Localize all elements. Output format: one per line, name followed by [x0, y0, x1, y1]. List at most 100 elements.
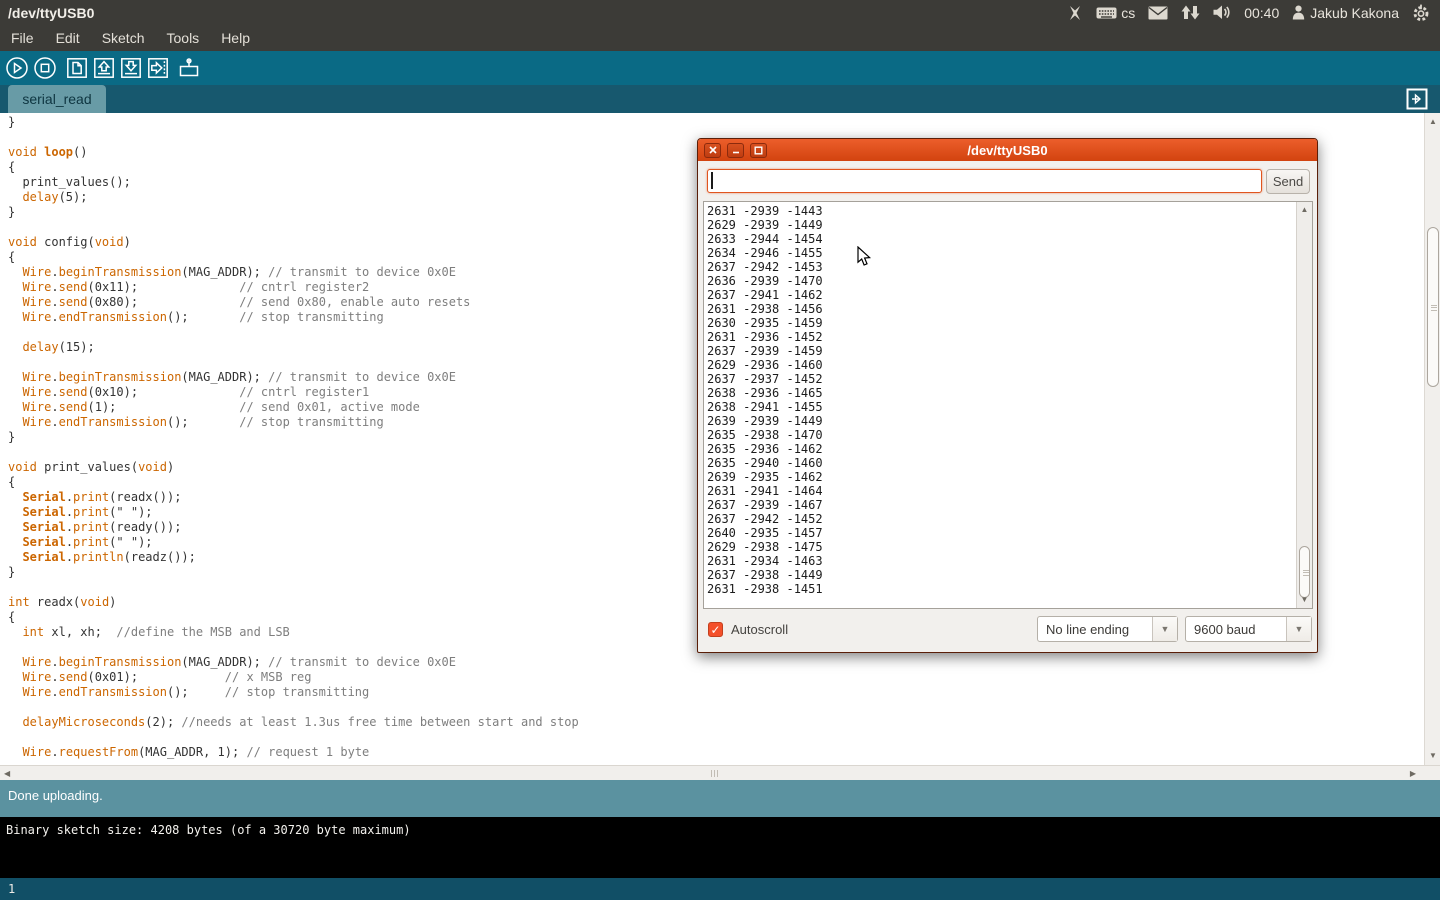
baud-rate-dropdown[interactable]: 9600 baud ▼ — [1185, 616, 1312, 642]
serial-output-line: 2639 -2939 -1449 — [707, 414, 1312, 428]
serial-output-line: 2637 -2939 -1467 — [707, 498, 1312, 512]
menu-bar: FileEditSketchToolsHelp — [0, 25, 1440, 51]
tab-serial-read[interactable]: serial_read — [8, 85, 106, 113]
build-console: Binary sketch size: 4208 bytes (of a 307… — [0, 817, 1440, 878]
code-line: Wire.send(0x01); // x MSB reg — [8, 670, 1424, 685]
code-line: delayMicroseconds(2); //needs at least 1… — [8, 715, 1424, 730]
dropdown-arrow-icon: ▼ — [1152, 617, 1177, 641]
clock[interactable]: 00:40 — [1244, 5, 1279, 21]
line-number-bar: 1 — [0, 878, 1440, 900]
status-bar: Done uploading. — [0, 780, 1440, 817]
menu-file[interactable]: File — [0, 25, 45, 51]
serial-output-line: 2629 -2939 -1449 — [707, 218, 1312, 232]
serial-output-line: 2635 -2936 -1462 — [707, 442, 1312, 456]
horizontal-scrollbar-grip[interactable] — [711, 770, 718, 777]
open-sketch-button[interactable] — [92, 56, 116, 80]
scroll-left-arrow-icon[interactable]: ◀ — [4, 769, 10, 778]
serial-output-line: 2638 -2941 -1455 — [707, 400, 1312, 414]
menu-edit[interactable]: Edit — [45, 25, 91, 51]
autoscroll-label: Autoscroll — [731, 622, 788, 637]
editor-vertical-scrollbar[interactable]: ▲ ▼ — [1424, 113, 1440, 765]
serial-monitor-titlebar[interactable]: /dev/ttyUSB0 — [698, 139, 1317, 161]
session-gear-icon[interactable] — [1412, 4, 1430, 22]
serial-output-line: 2631 -2939 -1443 — [707, 204, 1312, 218]
serial-output-line: 2637 -2937 -1452 — [707, 372, 1312, 386]
serial-monitor-window: /dev/ttyUSB0 Send 2631 -2939 -14432629 -… — [697, 138, 1318, 653]
volume-icon[interactable] — [1213, 5, 1231, 20]
serial-output-line: 2631 -2938 -1456 — [707, 302, 1312, 316]
code-line — [8, 700, 1424, 715]
serial-output-line: 2637 -2938 -1449 — [707, 568, 1312, 582]
mail-icon[interactable] — [1148, 6, 1168, 20]
serial-output-line: 2635 -2940 -1460 — [707, 456, 1312, 470]
code-line: Wire.requestFrom(MAG_ADDR, 1); // reques… — [8, 745, 1424, 760]
serial-output-area[interactable]: 2631 -2939 -14432629 -2939 -14492633 -29… — [703, 201, 1313, 609]
user-name[interactable]: Jakub Kakona — [1310, 5, 1399, 21]
line-ending-dropdown[interactable]: No line ending ▼ — [1037, 616, 1178, 642]
serial-output-line: 2637 -2942 -1452 — [707, 512, 1312, 526]
maximize-button[interactable] — [750, 143, 767, 158]
line-ending-value: No line ending — [1038, 622, 1152, 637]
window-title: /dev/ttyUSB0 — [8, 5, 94, 21]
top-panel: /dev/ttyUSB0 cs 00:40 Jakub Kakona — [0, 0, 1440, 25]
minimize-button[interactable] — [727, 143, 744, 158]
serial-output-line: 2634 -2946 -1455 — [707, 246, 1312, 260]
text-caret — [711, 172, 713, 189]
network-arrows-icon[interactable] — [1181, 5, 1200, 20]
menu-sketch[interactable]: Sketch — [91, 25, 156, 51]
serial-output-line: 2636 -2939 -1470 — [707, 274, 1312, 288]
tab-menu-button[interactable] — [1406, 88, 1428, 110]
scroll-up-arrow-icon[interactable]: ▲ — [1297, 205, 1312, 215]
verify-button[interactable] — [5, 56, 29, 80]
serial-output-line: 2640 -2935 -1457 — [707, 526, 1312, 540]
serial-output-line: 2633 -2944 -1454 — [707, 232, 1312, 246]
serial-output-line: 2637 -2939 -1459 — [707, 344, 1312, 358]
serial-monitor-button[interactable] — [177, 56, 201, 80]
keyboard-icon[interactable] — [1096, 6, 1117, 20]
serial-output-line: 2630 -2935 -1459 — [707, 316, 1312, 330]
stop-button[interactable] — [33, 56, 57, 80]
scroll-down-arrow-icon[interactable]: ▼ — [1425, 751, 1440, 761]
serial-output-line: 2631 -2934 -1463 — [707, 554, 1312, 568]
serial-output-line: 2629 -2936 -1460 — [707, 358, 1312, 372]
current-line-number: 1 — [8, 882, 15, 896]
serial-output-line: 2637 -2941 -1462 — [707, 288, 1312, 302]
editor-horizontal-scrollbar[interactable]: ◀ ▶ — [0, 765, 1440, 781]
serial-monitor-body: Send 2631 -2939 -14432629 -2939 -1449263… — [698, 161, 1317, 652]
scroll-up-arrow-icon[interactable]: ▲ — [1425, 117, 1440, 127]
autoscroll-checkbox[interactable]: ✓ — [708, 622, 723, 637]
code-line: Wire.beginTransmission(MAG_ADDR); // tra… — [8, 655, 1424, 670]
upload-button[interactable] — [146, 56, 170, 80]
indicator-x-icon[interactable] — [1067, 5, 1083, 21]
menu-help[interactable]: Help — [210, 25, 261, 51]
serial-output-text: 2631 -2939 -14432629 -2939 -14492633 -29… — [704, 202, 1312, 596]
serial-output-line: 2637 -2942 -1453 — [707, 260, 1312, 274]
editor-scrollbar-thumb[interactable] — [1427, 227, 1439, 387]
keyboard-layout-label[interactable]: cs — [1121, 5, 1135, 21]
status-message: Done uploading. — [8, 788, 103, 803]
serial-output-line: 2631 -2941 -1464 — [707, 484, 1312, 498]
toolbar — [0, 51, 1440, 85]
close-button[interactable] — [704, 143, 721, 158]
tab-label: serial_read — [22, 91, 91, 107]
serial-output-scrollbar[interactable]: ▲ ▼ — [1296, 202, 1312, 608]
send-button[interactable]: Send — [1266, 169, 1310, 194]
console-output: Binary sketch size: 4208 bytes (of a 307… — [6, 823, 411, 837]
baud-rate-value: 9600 baud — [1186, 622, 1286, 637]
user-icon — [1292, 5, 1305, 20]
save-sketch-button[interactable] — [119, 56, 143, 80]
serial-send-input[interactable] — [707, 169, 1262, 193]
scroll-right-arrow-icon[interactable]: ▶ — [1410, 769, 1416, 778]
new-sketch-button[interactable] — [65, 56, 89, 80]
tab-bar: serial_read — [0, 85, 1440, 113]
serial-scrollbar-thumb[interactable] — [1299, 546, 1310, 598]
dropdown-arrow-icon: ▼ — [1286, 617, 1311, 641]
screen: /dev/ttyUSB0 cs 00:40 Jakub Kakona FileE… — [0, 0, 1440, 900]
serial-output-line: 2635 -2938 -1470 — [707, 428, 1312, 442]
menu-tools[interactable]: Tools — [156, 25, 211, 51]
scroll-down-arrow-icon[interactable]: ▼ — [1297, 595, 1312, 605]
serial-output-line: 2639 -2935 -1462 — [707, 470, 1312, 484]
serial-output-line: 2638 -2936 -1465 — [707, 386, 1312, 400]
serial-output-line: 2631 -2936 -1452 — [707, 330, 1312, 344]
code-line: } — [8, 115, 1424, 130]
